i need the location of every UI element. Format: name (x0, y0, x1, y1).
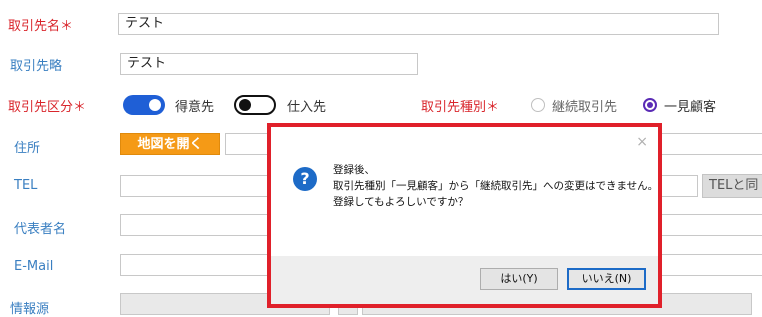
radio-continuing-client[interactable] (531, 98, 545, 112)
question-icon: ? (293, 167, 317, 191)
client-short-label: 取引先略 (10, 59, 63, 74)
dialog-message-line-1: 登録後、 (333, 164, 375, 176)
tel-label: TEL (14, 178, 38, 193)
same-as-tel-button[interactable]: TELと同 (702, 174, 762, 198)
dialog-message-line-2: 取引先種別「一見顧客」から「継続取引先」への変更はできません。 (333, 180, 659, 192)
radio-walkin-customer[interactable] (643, 98, 657, 112)
client-name-input[interactable]: テスト (118, 13, 719, 35)
source-label: 情報源 (10, 302, 50, 317)
radio-continuing-client-label: 継続取引先 (552, 100, 618, 115)
dialog-message-line-3: 登録してもよろしいですか？ (333, 196, 469, 208)
yes-button[interactable]: はい(Y) (480, 268, 558, 290)
dialog-footer: はい(Y) いいえ(N) (271, 256, 658, 304)
client-category-label: 取引先種別＊ (421, 100, 500, 115)
client-short-input[interactable]: テスト (120, 53, 418, 75)
open-map-button[interactable]: 地図を開く (120, 133, 220, 155)
client-type-label: 取引先区分＊ (8, 100, 87, 115)
representative-label: 代表者名 (14, 222, 67, 237)
confirmation-dialog: × ? 登録後、 取引先種別「一見顧客」から「継続取引先」への変更はできません。… (271, 127, 658, 304)
supplier-toggle-label: 仕入先 (287, 100, 327, 115)
radio-walkin-customer-label: 一見顧客 (664, 100, 717, 115)
confirmation-dialog-highlight: × ? 登録後、 取引先種別「一見顧客」から「継続取引先」への変更はできません。… (267, 123, 662, 308)
customer-toggle-label: 得意先 (175, 100, 215, 115)
close-icon[interactable]: × (636, 135, 648, 149)
address-label: 住所 (14, 141, 41, 156)
supplier-toggle[interactable] (234, 95, 276, 115)
customer-toggle[interactable] (123, 95, 165, 115)
email-label: E-Mail (14, 259, 54, 274)
no-button[interactable]: いいえ(N) (567, 268, 646, 290)
client-name-label: 取引先名＊ (8, 19, 74, 34)
